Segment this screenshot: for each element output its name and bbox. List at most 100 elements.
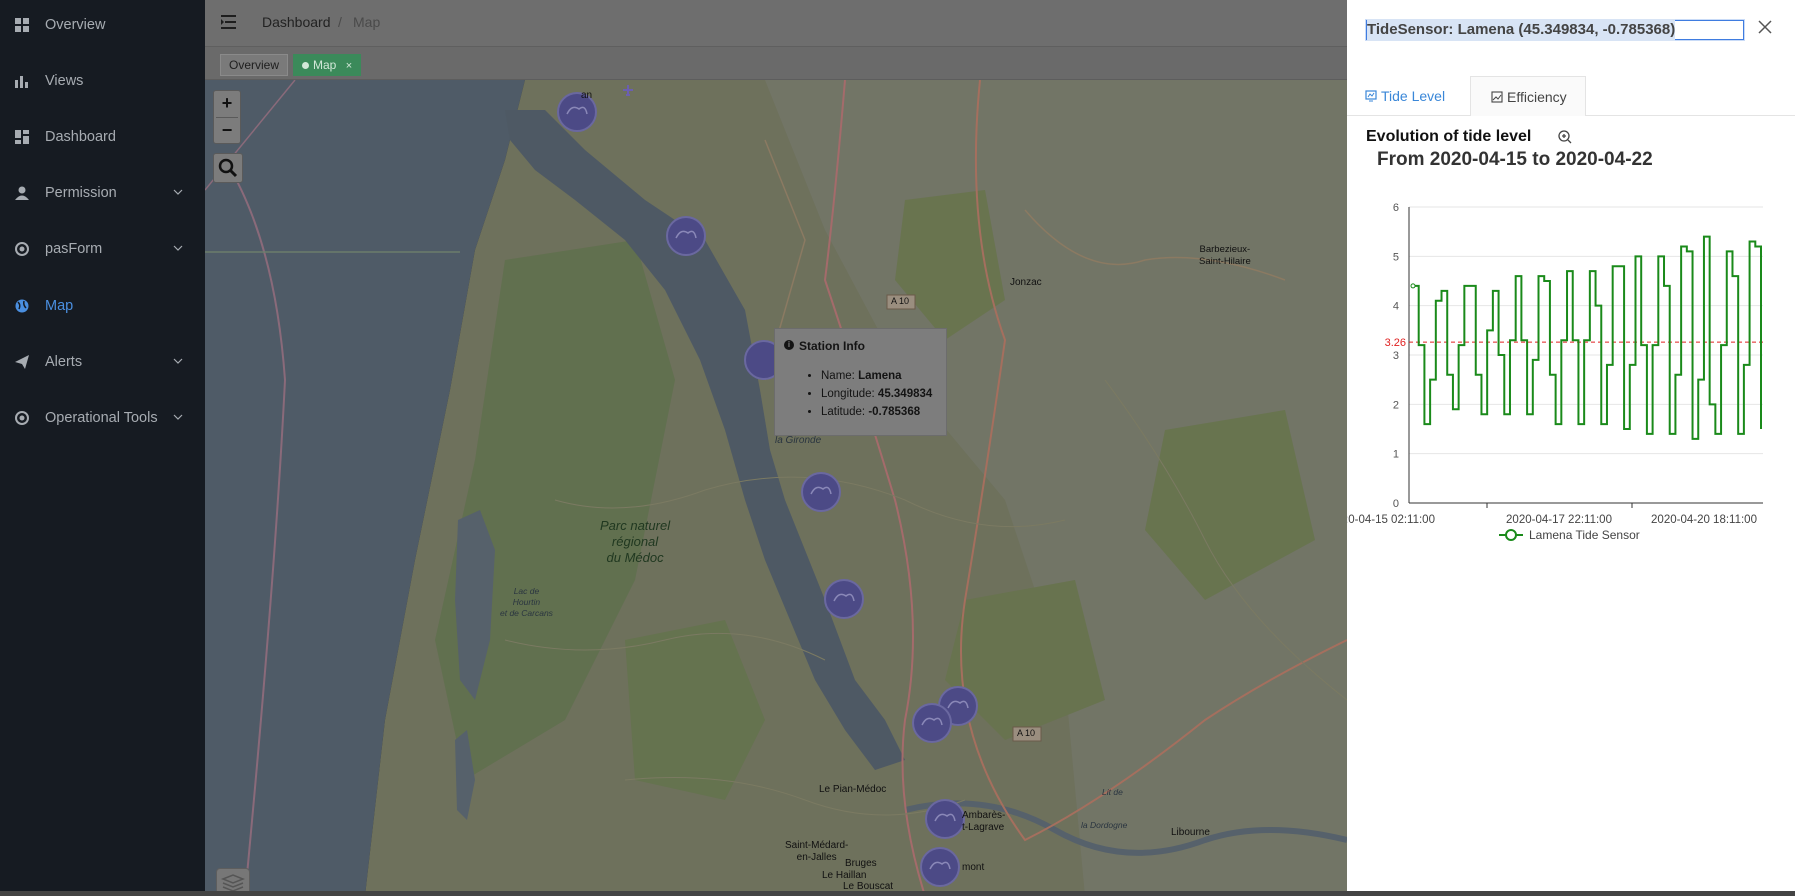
chart-svg: 0 1 2 3 4 5 6:0-04-15 02:11:00 2020-04-17 22:11… xyxy=(1345,202,1763,542)
chart-subtitle: From 2020-04-15 to 2020-04-22 xyxy=(1377,149,1653,170)
popup-longitude-row: Longitude: 45.349834 xyxy=(821,385,932,403)
zoom-out-button[interactable]: − xyxy=(214,118,240,144)
legend-label: Lamena Tide Sensor xyxy=(1529,528,1640,542)
tools-icon xyxy=(14,410,30,426)
map-label-line: Saint-Médard- xyxy=(785,840,849,851)
menu-fold-icon[interactable] xyxy=(221,14,239,30)
map-label-town: Jonzac xyxy=(1010,277,1042,288)
map-label-line: et de Carcans xyxy=(500,608,553,618)
drawer-tabs: Tide Level Efficiency xyxy=(1347,76,1795,116)
sidebar-item-operational-tools[interactable]: Operational Tools xyxy=(0,398,205,438)
sidebar-item-map[interactable]: Map xyxy=(0,286,205,326)
sidebar-item-label: Overview xyxy=(45,17,106,33)
sidebar-item-pasform[interactable]: pasForm xyxy=(0,229,205,269)
map-label-road: A 10 xyxy=(1017,728,1036,738)
station-marker[interactable] xyxy=(666,216,706,256)
map-label-town: mont xyxy=(962,862,985,873)
tide-chart[interactable]: 0 1 2 3 4 5 6:0-04-15 02:11:00 2020-04-17 22:11… xyxy=(1345,190,1795,550)
map-canvas[interactable] xyxy=(205,80,1347,896)
close-icon[interactable]: × xyxy=(346,60,352,72)
sidebar-item-label: Views xyxy=(45,73,84,89)
top-navbar: Dashboard / Map xyxy=(205,0,1347,46)
close-icon[interactable] xyxy=(1756,18,1774,36)
map-label-road: A 10 xyxy=(891,296,910,306)
sidebar-item-views[interactable]: Views xyxy=(0,61,205,101)
sidebar-item-label: Alerts xyxy=(45,354,83,370)
y-tick-label: 4 xyxy=(1393,301,1399,313)
image-icon xyxy=(1491,91,1503,103)
chart-icon xyxy=(1365,90,1377,102)
chart-title: Evolution of tide level xyxy=(1366,128,1532,145)
chevron-down-icon xyxy=(173,358,183,364)
station-marker[interactable] xyxy=(824,579,864,619)
active-dot-icon xyxy=(302,62,309,69)
y-tick-label: 0 xyxy=(1393,498,1399,510)
x-tick-label: 2020-04-20 18:11:00 xyxy=(1651,514,1757,526)
map-label-line: Hourtin xyxy=(512,597,541,607)
y-tick-label: 3 xyxy=(1393,350,1399,362)
tab-label: Tide Level xyxy=(1381,88,1446,104)
main-area: Dashboard / Map Overview Map × an A 10 A… xyxy=(205,0,1347,896)
zoom-in-button[interactable]: + xyxy=(214,91,240,117)
dashboard-icon xyxy=(14,129,30,145)
sidebar: Overview Views Dashboard Permission pasF… xyxy=(0,0,205,896)
bottom-scroll-strip xyxy=(0,891,1795,896)
breadcrumb-dashboard[interactable]: Dashboard xyxy=(262,14,331,30)
paper-plane-icon xyxy=(14,354,30,370)
zoom-in-icon[interactable] xyxy=(1557,129,1573,145)
zoom-control: + − xyxy=(213,90,241,144)
map-label-line: régional xyxy=(611,534,659,549)
tag-map[interactable]: Map × xyxy=(293,54,362,76)
popup-name-row: Name: Lamena xyxy=(821,367,932,385)
map-search-button[interactable] xyxy=(213,153,243,183)
station-info-popup: i Station Info Name: Lamena Longitude: 4… xyxy=(774,328,947,436)
map-label-line: Barbezieux- xyxy=(1199,244,1251,255)
map-label-town: Libourne xyxy=(1171,827,1210,838)
mark-line-label: 3.26 xyxy=(1385,337,1406,349)
popup-label: Name: xyxy=(821,370,855,382)
map-label-river: la Gironde xyxy=(775,435,822,446)
sidebar-item-label: pasForm xyxy=(45,241,103,257)
map-label-line: du Médoc xyxy=(606,550,664,565)
tab-efficiency[interactable]: Efficiency xyxy=(1470,76,1586,116)
popup-label: Longitude: xyxy=(821,388,875,400)
tab-tide-level[interactable]: Tide Level xyxy=(1365,76,1445,116)
station-marker[interactable] xyxy=(925,799,965,839)
tag-overview[interactable]: Overview xyxy=(220,54,289,76)
station-marker[interactable] xyxy=(912,703,952,743)
map-label-line: en-Jalles xyxy=(796,852,837,863)
chevron-down-icon xyxy=(173,414,183,420)
popup-latitude-row: Latitude: -0.785368 xyxy=(821,403,932,421)
sidebar-item-permission[interactable]: Permission xyxy=(0,173,205,213)
map-label-line: Saint-Hilaire xyxy=(1199,256,1251,267)
sidebar-item-label: Operational Tools xyxy=(45,410,158,426)
app-root: Overview Views Dashboard Permission pasF… xyxy=(0,0,1795,896)
sidebar-item-label: Permission xyxy=(45,185,117,201)
info-icon: i xyxy=(784,340,794,350)
y-tick-label: 6 xyxy=(1393,202,1399,214)
map-label-lake: Lac de Hourtin et de Carcans xyxy=(500,586,553,619)
popup-value: -0.785368 xyxy=(868,406,921,418)
tags-view-bar: Overview Map × xyxy=(205,46,1347,80)
map-label-line: t-Lagrave xyxy=(962,822,1005,833)
sidebar-item-overview[interactable]: Overview xyxy=(0,5,205,45)
map-label-town: Le Pian-Médoc xyxy=(819,784,887,795)
map-label-town: Le Haillan xyxy=(822,870,867,881)
map-label-park: Parc naturel régional du Médoc xyxy=(600,518,670,566)
data-point-start xyxy=(1410,283,1416,289)
chevron-down-icon xyxy=(173,245,183,251)
map-label-line: Ambarès- xyxy=(962,810,1006,821)
map-label-place: an xyxy=(581,90,593,101)
sidebar-item-label: Dashboard xyxy=(45,129,116,145)
popup-value: 45.349834 xyxy=(877,388,933,400)
map-label-town: Saint-Médard- en-Jalles xyxy=(785,840,848,864)
sidebar-item-dashboard[interactable]: Dashboard xyxy=(0,117,205,157)
popup-list: Name: Lamena Longitude: 45.349834 Latitu… xyxy=(803,367,932,421)
sidebar-item-alerts[interactable]: Alerts xyxy=(0,342,205,382)
chevron-down-icon xyxy=(173,189,183,195)
breadcrumb-current: Map xyxy=(353,14,381,30)
grid-icon xyxy=(14,17,30,33)
station-marker[interactable] xyxy=(801,472,841,512)
station-marker[interactable] xyxy=(920,847,960,887)
map-view[interactable]: an A 10 A 10 Jonzac Barbezieux- Saint-Hi… xyxy=(205,80,1347,896)
